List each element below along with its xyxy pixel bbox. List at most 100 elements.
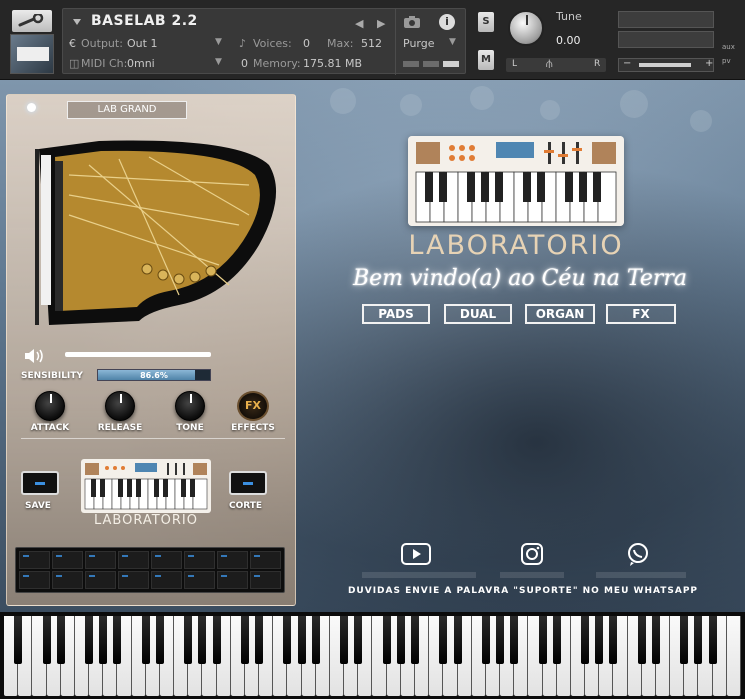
mode-button-pads[interactable]: PADS: [362, 304, 430, 324]
pad-slot[interactable]: [151, 571, 182, 589]
black-key[interactable]: [382, 616, 391, 664]
black-key[interactable]: [708, 616, 717, 664]
volume-minus-label[interactable]: −: [623, 58, 631, 69]
black-key[interactable]: [198, 616, 207, 664]
pan-slider[interactable]: L ⫛ R: [506, 57, 606, 72]
black-key[interactable]: [651, 616, 660, 664]
pv-button[interactable]: pv: [722, 54, 735, 68]
tone-knob[interactable]: [175, 391, 205, 421]
aux-button[interactable]: aux: [722, 40, 735, 54]
speaker-icon[interactable]: [23, 347, 45, 365]
youtube-icon[interactable]: [400, 542, 432, 568]
instrument-thumbnail[interactable]: [10, 34, 54, 74]
black-key[interactable]: [113, 616, 122, 664]
black-key[interactable]: [255, 616, 264, 664]
next-instrument-icon[interactable]: ▶: [377, 17, 385, 30]
youtube-link-bar[interactable]: [362, 572, 476, 578]
black-key[interactable]: [411, 616, 420, 664]
pad-slot[interactable]: [250, 571, 281, 589]
corte-button[interactable]: [229, 471, 267, 495]
black-key[interactable]: [56, 616, 65, 664]
black-key[interactable]: [552, 616, 561, 664]
mode-button-dual[interactable]: DUAL: [444, 304, 512, 324]
pad-slot[interactable]: [217, 551, 248, 569]
black-key[interactable]: [609, 616, 618, 664]
black-key[interactable]: [212, 616, 221, 664]
black-key[interactable]: [439, 616, 448, 664]
black-key[interactable]: [595, 616, 604, 664]
whatsapp-icon[interactable]: [622, 542, 654, 568]
black-key[interactable]: [453, 616, 462, 664]
purge-dropdown-icon[interactable]: ▼: [449, 37, 456, 47]
pad-slot[interactable]: [184, 551, 215, 569]
pad-slot[interactable]: [19, 551, 50, 569]
pad-slot[interactable]: [118, 571, 149, 589]
pad-slot[interactable]: [118, 551, 149, 569]
pad-slot[interactable]: [85, 551, 116, 569]
pad-slot[interactable]: [52, 571, 83, 589]
black-key[interactable]: [141, 616, 150, 664]
output-select[interactable]: Out 1: [127, 37, 157, 50]
black-key[interactable]: [184, 616, 193, 664]
info-icon[interactable]: i: [439, 14, 455, 30]
pad-slot[interactable]: [151, 551, 182, 569]
sensibility-slider[interactable]: 86.6%: [97, 369, 211, 381]
collapse-arrow-icon[interactable]: [73, 19, 81, 25]
pad-slot[interactable]: [52, 551, 83, 569]
black-key[interactable]: [340, 616, 349, 664]
power-led[interactable]: [27, 103, 36, 112]
fx-button[interactable]: FX: [237, 391, 269, 421]
instrument-name[interactable]: BASELAB 2.2: [91, 13, 198, 29]
pad-slot[interactable]: [19, 571, 50, 589]
black-key[interactable]: [85, 616, 94, 664]
wrench-button[interactable]: [12, 10, 52, 32]
black-key[interactable]: [538, 616, 547, 664]
max-voices-value[interactable]: 512: [361, 37, 382, 50]
release-knob[interactable]: [105, 391, 135, 421]
left-control-panel: LAB GRAND SENSIBILITY 86.6% ATTACK RELEA…: [6, 94, 296, 606]
mode-button-fx[interactable]: FX: [606, 304, 676, 324]
black-key[interactable]: [99, 616, 108, 664]
camera-icon[interactable]: [403, 15, 421, 33]
attack-knob[interactable]: [35, 391, 65, 421]
black-key[interactable]: [14, 616, 23, 664]
tune-knob[interactable]: [508, 10, 544, 46]
volume-fader[interactable]: [65, 352, 211, 357]
pad-slot[interactable]: [250, 551, 281, 569]
black-key[interactable]: [496, 616, 505, 664]
black-key[interactable]: [155, 616, 164, 664]
black-key[interactable]: [42, 616, 51, 664]
pad-slot[interactable]: [184, 571, 215, 589]
black-key[interactable]: [510, 616, 519, 664]
black-key[interactable]: [396, 616, 405, 664]
prev-instrument-icon[interactable]: ◀: [355, 17, 363, 30]
pad-slot[interactable]: [217, 571, 248, 589]
black-key[interactable]: [694, 616, 703, 664]
black-key[interactable]: [297, 616, 306, 664]
whatsapp-link-bar[interactable]: [596, 572, 686, 578]
black-key[interactable]: [240, 616, 249, 664]
pad-slot[interactable]: [85, 571, 116, 589]
save-button[interactable]: [21, 471, 59, 495]
midi-channel-select[interactable]: 0mni: [127, 57, 155, 70]
pan-handle-icon[interactable]: ⫛: [546, 57, 553, 71]
black-key[interactable]: [311, 616, 320, 664]
output-dropdown-icon[interactable]: ▼: [215, 37, 222, 47]
black-key[interactable]: [283, 616, 292, 664]
black-key[interactable]: [637, 616, 646, 664]
black-key[interactable]: [680, 616, 689, 664]
mute-button[interactable]: M: [478, 50, 494, 70]
solo-button[interactable]: S: [478, 12, 494, 32]
preset-name[interactable]: LAB GRAND: [67, 101, 187, 119]
tune-value[interactable]: 0.00: [556, 34, 581, 47]
instagram-icon[interactable]: [516, 542, 548, 568]
black-key[interactable]: [354, 616, 363, 664]
purge-menu[interactable]: Purge: [403, 37, 435, 50]
black-key[interactable]: [481, 616, 490, 664]
midi-dropdown-icon[interactable]: ▼: [215, 57, 222, 67]
mode-button-organ[interactable]: ORGAN: [525, 304, 595, 324]
volume-plus-label[interactable]: +: [705, 58, 713, 69]
volume-slider[interactable]: − +: [618, 58, 714, 72]
black-key[interactable]: [581, 616, 590, 664]
instagram-link-bar[interactable]: [500, 572, 564, 578]
